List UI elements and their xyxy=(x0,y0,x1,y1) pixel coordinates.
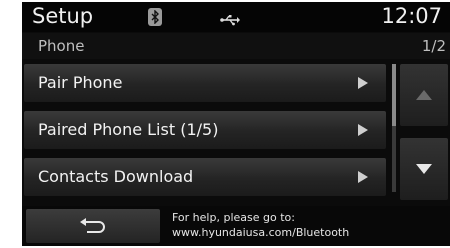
back-icon xyxy=(80,218,105,233)
triangle-up-icon xyxy=(416,90,432,100)
usb-icon xyxy=(220,11,240,30)
page-up-button[interactable] xyxy=(400,64,448,126)
triangle-down-icon xyxy=(416,164,432,174)
help-url: www.hyundaiusa.com/Bluetooth xyxy=(172,226,350,239)
chevron-right-icon xyxy=(358,124,368,136)
status-bar: Setup 12:07 xyxy=(22,2,450,32)
chevron-right-icon xyxy=(358,77,368,89)
page-indicator: 1/2 xyxy=(421,37,446,55)
page-down-button[interactable] xyxy=(400,138,448,200)
help-line: For help, please go to: xyxy=(172,211,295,224)
section-title: Phone xyxy=(38,37,85,55)
setup-screen: Setup 12:07 Phone 1/2 Pair Phone Paired … xyxy=(22,2,450,246)
clock: 12:07 xyxy=(381,4,442,28)
back-button[interactable] xyxy=(26,209,160,243)
chevron-right-icon xyxy=(358,171,368,183)
help-text: For help, please go to: www.hyundaiusa.c… xyxy=(172,210,349,240)
section-header: Phone 1/2 xyxy=(22,33,450,59)
screen-title: Setup xyxy=(32,4,94,28)
scrollbar-thumb[interactable] xyxy=(392,64,396,126)
menu-item-contacts-download[interactable]: Contacts Download xyxy=(24,158,386,196)
footer-bar: For help, please go to: www.hyundaiusa.c… xyxy=(22,206,450,246)
menu-item-label: Contacts Download xyxy=(38,167,194,186)
bluetooth-icon xyxy=(148,8,162,26)
menu-item-pair-phone[interactable]: Pair Phone xyxy=(24,64,386,102)
menu-item-label: Pair Phone xyxy=(38,73,123,92)
menu-item-label: Paired Phone List (1/5) xyxy=(38,120,219,139)
menu-item-paired-phone-list[interactable]: Paired Phone List (1/5) xyxy=(24,111,386,149)
